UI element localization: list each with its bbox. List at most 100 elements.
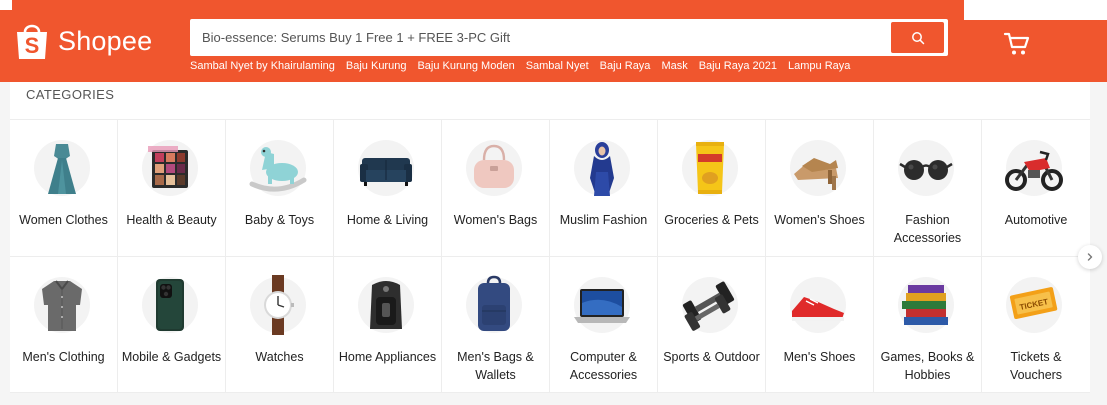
category-mens-bags-wallets[interactable]: Men's Bags & Wallets	[442, 257, 550, 393]
trending-link[interactable]: Sambal Nyet	[526, 60, 589, 72]
backpack-icon	[478, 275, 510, 331]
category-muslim-fashion[interactable]: Muslim Fashion	[550, 120, 658, 257]
category-label: Computer & Accessories	[569, 350, 638, 382]
category-label: Mobile & Gadgets	[121, 350, 222, 364]
category-groceries-pets[interactable]: Groceries & Pets	[658, 120, 766, 257]
category-health-beauty[interactable]: Health & Beauty	[118, 120, 226, 257]
categories-grid: Women Clothes Health & Beauty Baby & Toy…	[10, 119, 1090, 393]
category-label: Home & Living	[346, 213, 429, 227]
category-sports-outdoor[interactable]: Sports & Outdoor	[658, 257, 766, 393]
books-icon	[902, 285, 948, 325]
rocking-horse-icon	[249, 147, 307, 192]
dress-icon	[48, 144, 76, 194]
category-label: Games, Books & Hobbies	[880, 350, 975, 382]
category-home-living[interactable]: Home & Living	[334, 120, 442, 257]
carousel-next-button[interactable]	[1078, 245, 1102, 269]
category-thumb	[790, 277, 846, 333]
trending-link[interactable]: Sambal Nyet by Khairulaming	[190, 60, 335, 72]
chevron-right-icon	[1087, 253, 1093, 261]
category-fashion-accessories[interactable]: Fashion Accessories	[874, 120, 982, 257]
shopee-logo[interactable]: S Shopee	[14, 18, 152, 64]
logo-text: Shopee	[58, 25, 153, 56]
shopping-bag-logo-icon: S	[17, 24, 47, 59]
trending-link[interactable]: Lampu Raya	[788, 60, 850, 72]
category-thumb	[898, 140, 954, 196]
cart-icon[interactable]	[1003, 30, 1031, 58]
category-thumb	[466, 140, 522, 196]
category-thumb	[358, 140, 414, 196]
trending-link[interactable]: Mask	[661, 60, 687, 72]
category-label: Muslim Fashion	[559, 213, 648, 227]
air-fryer-icon	[370, 281, 402, 329]
category-label: Fashion Accessories	[893, 213, 962, 245]
handbag-icon	[474, 144, 514, 188]
category-computer-accessories[interactable]: Computer & Accessories	[550, 257, 658, 393]
category-home-appliances[interactable]: Home Appliances	[334, 257, 442, 393]
category-thumb	[574, 277, 630, 333]
category-label: Women's Shoes	[774, 213, 865, 227]
category-thumb	[142, 140, 198, 196]
categories-card: CATEGORIES Women Clothes Health & Beauty…	[10, 82, 1090, 393]
category-mobile-gadgets[interactable]: Mobile & Gadgets	[118, 257, 226, 393]
category-women-clothes[interactable]: Women Clothes	[10, 120, 118, 257]
trending-link[interactable]: Baju Kurung Moden	[417, 60, 514, 72]
dumbbell-icon	[682, 281, 735, 331]
category-thumb	[1005, 140, 1063, 196]
category-label: Men's Bags & Wallets	[457, 350, 534, 382]
category-label: Men's Shoes	[783, 350, 856, 364]
category-games-books-hobbies[interactable]: Games, Books & Hobbies	[874, 257, 982, 393]
category-thumb	[34, 277, 90, 333]
laptop-icon	[574, 289, 630, 323]
sneaker-icon	[792, 297, 844, 321]
search-button[interactable]	[891, 22, 944, 53]
category-automotive[interactable]: Automotive	[982, 120, 1090, 257]
category-thumb	[682, 140, 738, 196]
categories-title: CATEGORIES	[26, 87, 115, 102]
category-thumb	[249, 140, 307, 196]
category-label: Sports & Outdoor	[663, 350, 760, 364]
category-label: Groceries & Pets	[664, 213, 759, 227]
category-thumb	[790, 140, 846, 196]
category-label: Watches	[255, 350, 304, 364]
category-label: Home Appliances	[338, 350, 437, 364]
phone-icon	[156, 279, 184, 331]
category-mens-shoes[interactable]: Men's Shoes	[766, 257, 874, 393]
header-corner-gap-left	[0, 0, 12, 10]
category-label: Health & Beauty	[126, 213, 217, 227]
category-thumb	[250, 275, 306, 335]
category-watches[interactable]: Watches	[226, 257, 334, 393]
motorcycle-icon	[1005, 150, 1063, 191]
category-label: Baby & Toys	[244, 213, 315, 227]
hijab-icon	[590, 142, 614, 196]
category-thumb	[574, 140, 630, 196]
category-thumb: TICKET	[1006, 277, 1062, 333]
trending-link[interactable]: Baju Kurung	[346, 60, 407, 72]
category-thumb	[466, 275, 522, 333]
sofa-icon	[360, 158, 412, 186]
header-corner-gap	[964, 0, 1107, 20]
category-mens-clothing[interactable]: Men's Clothing	[10, 257, 118, 393]
category-thumb	[898, 277, 954, 333]
category-womens-bags[interactable]: Women's Bags	[442, 120, 550, 257]
search-bar	[190, 19, 948, 56]
trending-searches: Sambal Nyet by Khairulaming Baju Kurung …	[190, 60, 850, 72]
trending-link[interactable]: Baju Raya 2021	[699, 60, 777, 72]
category-label: Men's Clothing	[22, 350, 105, 364]
category-tickets-vouchers[interactable]: TICKET Tickets & Vouchers	[982, 257, 1090, 393]
category-thumb	[34, 140, 90, 196]
search-icon	[911, 31, 924, 44]
category-label: Women's Bags	[453, 213, 538, 227]
svg-text:S: S	[25, 33, 40, 58]
shirt-icon	[42, 280, 82, 331]
sunglasses-icon	[899, 160, 953, 180]
category-thumb	[682, 277, 738, 333]
ticket-icon: TICKET	[1009, 287, 1058, 319]
search-input[interactable]	[190, 19, 890, 56]
trending-link[interactable]: Baju Raya	[600, 60, 651, 72]
category-baby-toys[interactable]: Baby & Toys	[226, 120, 334, 257]
watch-icon	[264, 275, 294, 335]
category-label: Tickets & Vouchers	[1009, 350, 1063, 382]
category-womens-shoes[interactable]: Women's Shoes	[766, 120, 874, 257]
chips-icon	[696, 142, 724, 194]
category-label: Automotive	[1004, 213, 1068, 227]
